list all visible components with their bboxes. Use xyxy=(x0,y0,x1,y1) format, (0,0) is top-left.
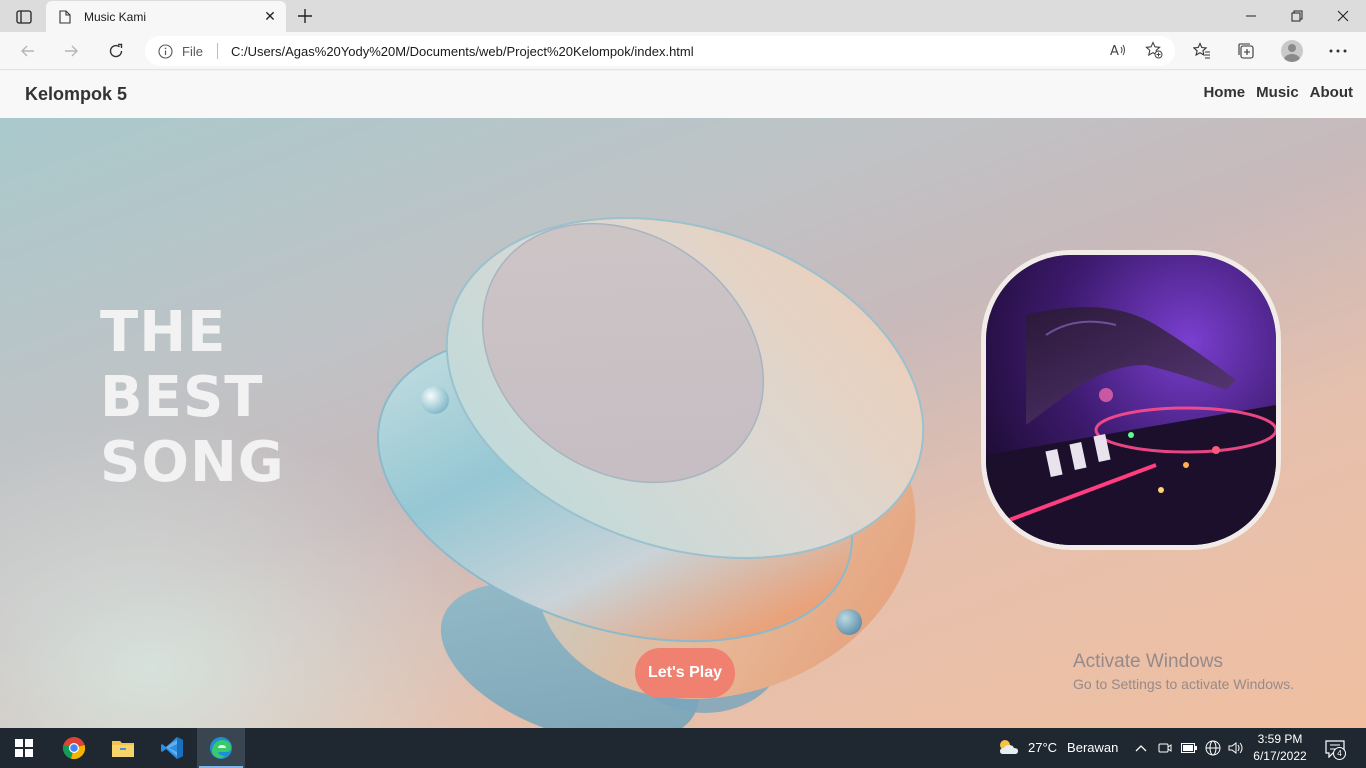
lets-play-button[interactable]: Let's Play xyxy=(635,648,735,698)
file-explorer-icon[interactable] xyxy=(99,728,147,768)
hero-title-line: SONG xyxy=(100,430,285,495)
forward-icon[interactable] xyxy=(56,36,86,66)
info-icon[interactable] xyxy=(157,43,173,59)
site-navbar: Kelompok 5 Home Music About xyxy=(0,71,1366,118)
read-aloud-icon[interactable]: A xyxy=(1107,39,1129,61)
clock-date: 6/17/2022 xyxy=(1253,749,1307,763)
refresh-icon[interactable] xyxy=(101,36,131,66)
minimize-icon[interactable] xyxy=(1228,0,1274,32)
profile-icon xyxy=(1281,40,1303,62)
watermark-subtitle: Go to Settings to activate Windows. xyxy=(1073,676,1294,692)
nav-link-home[interactable]: Home xyxy=(1203,84,1245,101)
nav-link-music[interactable]: Music xyxy=(1256,84,1299,101)
restore-icon[interactable] xyxy=(1274,0,1320,32)
back-icon[interactable] xyxy=(13,36,43,66)
nav-link-about[interactable]: About xyxy=(1310,84,1353,101)
volume-icon[interactable] xyxy=(1226,738,1246,758)
address-bar-row: File C:/Users/Agas%20Yody%20M/Documents/… xyxy=(0,32,1366,70)
url-scheme-label: File xyxy=(182,43,203,59)
hero-title-line: BEST xyxy=(100,365,264,430)
windows-taskbar: 27°C Berawan 3:59 PM 6/17/2022 4 xyxy=(0,728,1366,768)
clock-time: 3:59 PM xyxy=(1257,732,1303,746)
tab-actions-icon[interactable] xyxy=(10,6,38,28)
svg-text:A: A xyxy=(1110,44,1119,58)
windows-start-icon[interactable] xyxy=(0,728,48,768)
weather-widget[interactable]: 27°C Berawan xyxy=(996,737,1118,757)
weather-condition: Berawan xyxy=(1067,739,1119,755)
url-divider xyxy=(216,43,218,59)
tab-title: Music Kami xyxy=(84,9,147,24)
browser-tab-bar: Music Kami ✕ xyxy=(0,0,1366,32)
url-text[interactable]: C:/Users/Agas%20Yody%20M/Documents/web/P… xyxy=(231,44,694,59)
abstract-sculpture-image xyxy=(377,217,925,728)
address-field[interactable]: File C:/Users/Agas%20Yody%20M/Documents/… xyxy=(145,36,1175,66)
profile-avatar[interactable] xyxy=(1277,36,1307,66)
tab-close-icon[interactable]: ✕ xyxy=(260,7,280,27)
notification-center-icon[interactable]: 4 xyxy=(1320,736,1350,762)
edge-icon[interactable] xyxy=(197,728,245,768)
site-nav-links: Home Music About xyxy=(1203,84,1353,101)
weather-temperature: 27°C xyxy=(1028,739,1058,755)
chrome-icon[interactable] xyxy=(50,728,98,768)
browser-tab[interactable]: Music Kami ✕ xyxy=(46,1,286,32)
dj-turntable-image xyxy=(981,250,1281,550)
vscode-icon[interactable] xyxy=(148,728,196,768)
hero-title: THE BEST SONG xyxy=(100,300,285,495)
site-brand[interactable]: Kelompok 5 xyxy=(25,84,127,105)
more-options-icon[interactable] xyxy=(1323,36,1353,66)
watermark-title: Activate Windows xyxy=(1073,651,1223,672)
meet-now-icon[interactable] xyxy=(1155,738,1175,758)
battery-icon[interactable] xyxy=(1179,738,1199,758)
add-favorite-icon[interactable] xyxy=(1143,39,1165,61)
activate-windows-watermark: Activate Windows Go to Settings to activ… xyxy=(1073,651,1294,692)
favorites-icon[interactable] xyxy=(1187,36,1217,66)
network-globe-icon[interactable] xyxy=(1203,738,1223,758)
taskbar-clock[interactable]: 3:59 PM 6/17/2022 xyxy=(1248,731,1312,765)
notification-count-badge: 4 xyxy=(1333,747,1346,760)
partly-cloudy-icon xyxy=(1000,740,1018,754)
show-hidden-icons-chevron-icon[interactable] xyxy=(1131,738,1151,758)
hero-title-line: THE xyxy=(100,300,227,365)
collections-icon[interactable] xyxy=(1231,36,1261,66)
close-window-icon[interactable] xyxy=(1320,0,1366,32)
new-tab-icon[interactable] xyxy=(292,4,318,28)
hero-section: THE BEST SONG Let's Play Activate Window… xyxy=(0,118,1366,728)
page-icon xyxy=(59,9,71,24)
